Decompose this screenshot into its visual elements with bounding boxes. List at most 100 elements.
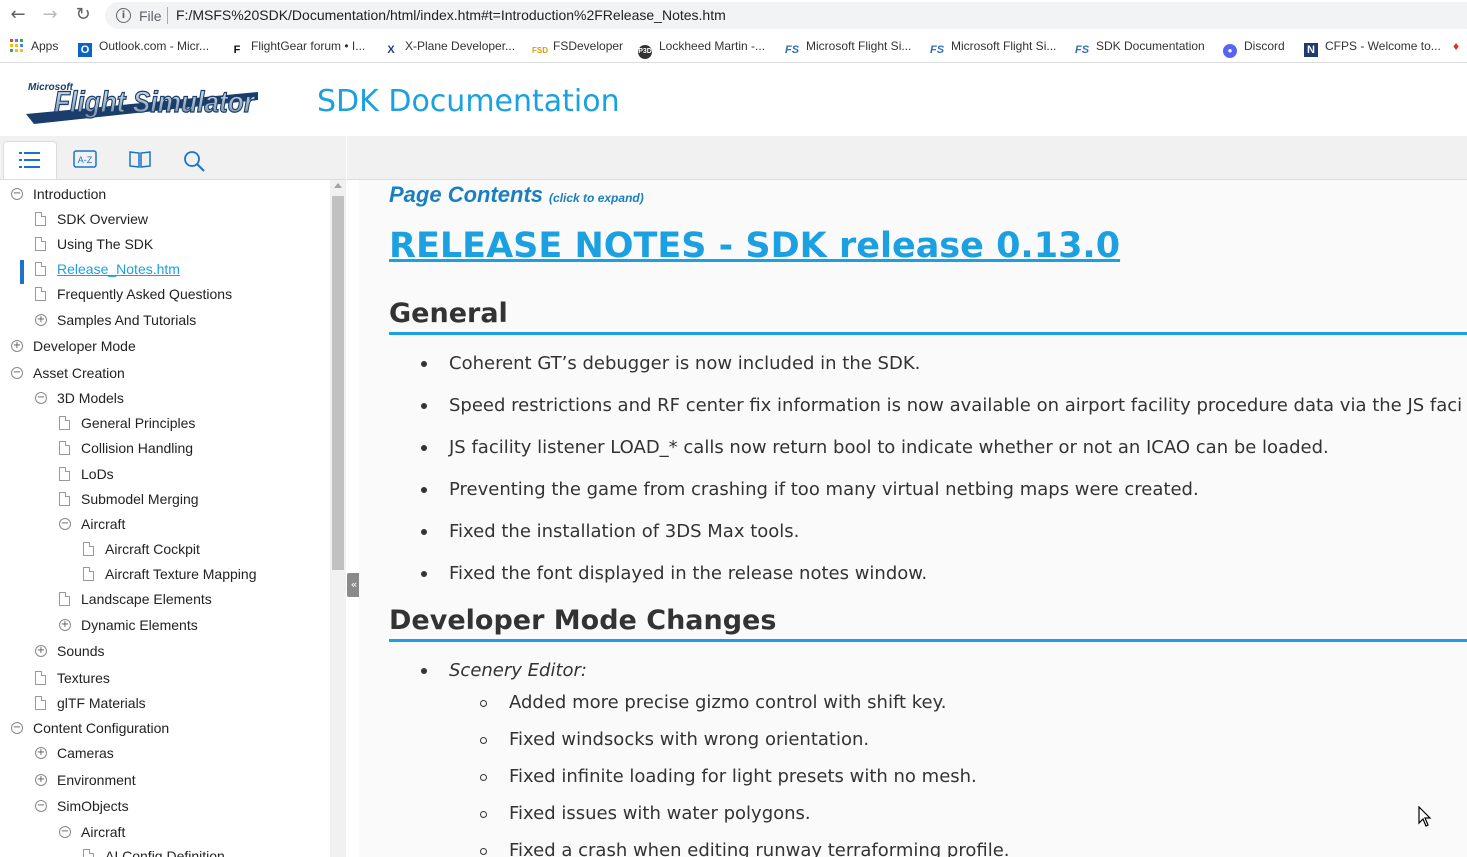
tree-item-label: AI Config Definition — [105, 848, 225, 857]
document-icon — [35, 262, 46, 276]
tree-item[interactable]: − SimObjects — [35, 794, 129, 818]
tree-item[interactable]: + Samples And Tutorials — [35, 308, 196, 332]
general-list-item: Fixed the installation of 3DS Max tools. — [449, 521, 800, 542]
address-bar[interactable]: i File F:/MSFS%20SDK/Documentation/html/… — [105, 2, 1467, 29]
tree-item[interactable]: − Content Configuration — [11, 716, 169, 740]
scenery-editor-label: Scenery Editor: — [449, 660, 587, 681]
collapse-icon[interactable]: − — [35, 392, 47, 404]
bookmark-outlook[interactable]: O Outlook.com - Micr... — [78, 39, 209, 57]
bookmark-discord[interactable]: ● Discord — [1223, 39, 1285, 58]
bookmark-xplane[interactable]: X X-Plane Developer... — [384, 39, 515, 56]
tree-item[interactable]: Release_Notes.htm — [35, 257, 180, 281]
bookmark-sdk-docs[interactable]: FS SDK Documentation — [1075, 39, 1205, 56]
reload-icon[interactable]: ↻ — [72, 4, 94, 26]
sub-bullet — [480, 848, 487, 855]
tab-search[interactable] — [168, 141, 222, 179]
tree-item[interactable]: −3D Models — [35, 386, 124, 410]
tree-item[interactable]: Submodel Merging — [59, 487, 199, 511]
tab-contents[interactable] — [3, 141, 57, 179]
bookmark-label: Microsoft Flight Si... — [951, 39, 1057, 53]
general-list-item: Fixed the font displayed in the release … — [449, 563, 928, 584]
collapse-icon[interactable]: − — [35, 800, 47, 812]
document-icon — [35, 212, 46, 226]
tab-glossary[interactable] — [113, 141, 167, 179]
scroll-up-icon[interactable] — [334, 183, 342, 188]
back-arrow-icon[interactable]: ← — [7, 4, 29, 26]
page-contents-toggle[interactable]: Page Contents (click to expand) — [389, 182, 644, 208]
expand-icon[interactable]: + — [35, 645, 47, 657]
tree-item-label: Release_Notes.htm — [57, 261, 180, 277]
general-list-item: JS facility listener LOAD_* calls now re… — [449, 437, 1329, 458]
tree-item[interactable]: Using The SDK — [35, 232, 153, 256]
tab-index[interactable]: A-Z — [58, 141, 112, 179]
release-notes-title[interactable]: RELEASE NOTES - SDK release 0.13.0 — [389, 226, 1120, 266]
tree-item[interactable]: + Cameras — [35, 741, 114, 765]
bookmark-msfs-2[interactable]: FS Microsoft Flight Si... — [930, 39, 1057, 56]
scrollbar-thumb[interactable] — [332, 196, 344, 570]
tree-item-label: Aircraft — [81, 824, 126, 840]
document-icon — [35, 237, 46, 251]
general-list-item: Speed restrictions and RF center fix inf… — [449, 395, 1463, 416]
tree-item[interactable]: Aircraft Cockpit — [83, 537, 200, 561]
bookmark-overflow-icon[interactable]: ♦ — [1453, 39, 1459, 55]
tree-item-label: Dynamic Elements — [81, 617, 198, 633]
bookmark-lockheed[interactable]: P3D Lockheed Martin -... — [638, 39, 765, 59]
tree-item[interactable]: Collision Handling — [59, 436, 194, 460]
collapse-icon[interactable]: − — [11, 367, 23, 379]
tree-item[interactable]: Landscape Elements — [59, 587, 212, 611]
tree-item-label: Textures — [57, 670, 110, 686]
info-icon[interactable]: i — [116, 8, 131, 23]
tree-item[interactable]: General Principles — [59, 411, 195, 435]
bullet — [421, 487, 427, 493]
tree-item[interactable]: + Developer Mode — [11, 334, 136, 358]
tree-item[interactable]: SDK Overview — [35, 207, 148, 231]
current-item-marker — [20, 260, 24, 284]
tree-item-label: Submodel Merging — [81, 491, 199, 507]
bookmark-apps[interactable]: Apps — [10, 39, 58, 55]
bookmark-flightgear[interactable]: F FlightGear forum • I... — [230, 39, 366, 56]
collapse-icon[interactable]: − — [59, 826, 71, 838]
tree-item[interactable]: − Asset Creation — [11, 361, 125, 385]
bookmark-msfs-1[interactable]: FS Microsoft Flight Si... — [785, 39, 912, 56]
bullet — [421, 529, 427, 535]
page-contents-label: Page Contents — [389, 182, 544, 207]
collapse-icon[interactable]: − — [59, 518, 71, 530]
tree-item[interactable]: Frequently Asked Questions — [35, 282, 232, 306]
document-icon — [59, 492, 70, 506]
tree-item-label: Collision Handling — [81, 440, 194, 456]
url-text[interactable]: F:/MSFS%20SDK/Documentation/html/index.h… — [176, 7, 726, 23]
tree-item[interactable]: + Sounds — [35, 639, 104, 663]
bookmark-cfps[interactable]: N CFPS - Welcome to... — [1304, 39, 1441, 57]
tree-item[interactable]: LoDs — [59, 462, 114, 486]
bookmark-label: FSDeveloper — [553, 39, 624, 53]
bookmark-label: Microsoft Flight Si... — [806, 39, 912, 53]
tree-item-label: glTF Materials — [57, 695, 146, 711]
sidebar-tabs: A-Z — [0, 136, 346, 180]
tree-item[interactable]: Aircraft Texture Mapping — [83, 562, 256, 586]
tree-item[interactable]: AI Config Definition — [83, 844, 225, 857]
tree-item-label: Environment — [57, 772, 136, 788]
tree-item[interactable]: − Introduction — [11, 182, 106, 206]
msfs-logo[interactable]: Microsoft Flight Simulator — [24, 76, 260, 126]
tree-item[interactable]: − Aircraft — [59, 512, 125, 536]
collapse-icon[interactable]: − — [11, 722, 23, 734]
bookmark-label: SDK Documentation — [1096, 39, 1205, 53]
document-icon — [59, 467, 70, 481]
expand-icon[interactable]: + — [35, 774, 47, 786]
expand-icon[interactable]: + — [59, 619, 71, 631]
document-icon — [59, 592, 70, 606]
collapse-icon[interactable]: − — [11, 188, 23, 200]
page-title: SDK Documentation — [317, 84, 620, 119]
bookmark-fsdeveloper[interactable]: FSD FSDeveloper — [532, 39, 623, 55]
tree-item[interactable]: + Dynamic Elements — [59, 613, 198, 637]
tree-item[interactable]: Textures — [35, 666, 110, 690]
tree-item[interactable]: glTF Materials — [35, 691, 146, 715]
sidebar-scrollbar[interactable] — [330, 180, 346, 857]
expand-icon[interactable]: + — [35, 747, 47, 759]
expand-icon[interactable]: + — [11, 340, 23, 352]
bullet — [421, 668, 427, 674]
tree-item[interactable]: − Aircraft — [59, 820, 126, 844]
expand-icon[interactable]: + — [35, 314, 47, 326]
tree-item[interactable]: + Environment — [35, 768, 136, 792]
forward-arrow-icon[interactable]: → — [39, 4, 61, 26]
